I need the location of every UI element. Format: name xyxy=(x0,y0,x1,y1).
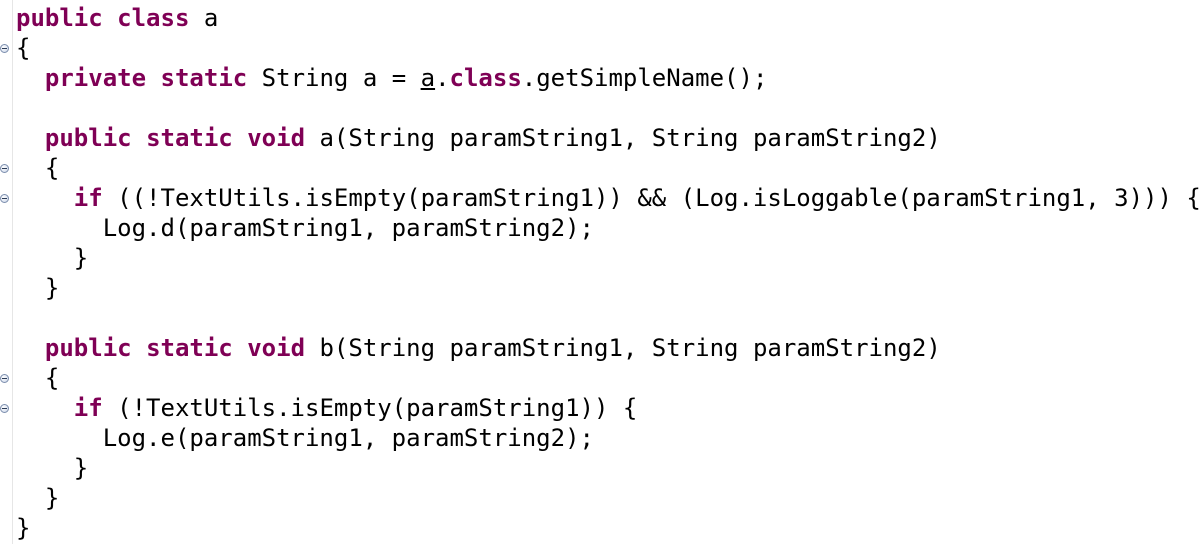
code-line[interactable]: { xyxy=(16,153,59,183)
code-token: { xyxy=(16,364,60,392)
code-line[interactable]: } xyxy=(16,243,88,273)
code-token: } xyxy=(16,274,60,302)
code-token: { xyxy=(16,154,60,182)
code-line[interactable]: if ((!TextUtils.isEmpty(paramString1)) &… xyxy=(16,183,1201,213)
code-token: ((!TextUtils.isEmpty(paramString1)) && (… xyxy=(102,184,1201,212)
code-line[interactable]: } xyxy=(16,513,30,543)
keyword-token: class xyxy=(117,4,190,32)
code-line[interactable]: { xyxy=(16,363,59,393)
folding-ruler xyxy=(0,0,13,544)
code-token: } xyxy=(16,244,89,272)
code-token: { xyxy=(16,34,31,62)
keyword-token: static xyxy=(146,124,233,152)
code-line[interactable]: public static void a(String paramString1… xyxy=(16,123,941,153)
code-line[interactable]: public static void b(String paramString1… xyxy=(16,333,941,363)
keyword-token: class xyxy=(449,64,522,92)
code-line[interactable]: } xyxy=(16,453,88,483)
code-token: } xyxy=(16,454,89,482)
keyword-token: if xyxy=(73,184,103,212)
collapse-minus-icon[interactable] xyxy=(0,404,9,413)
code-line[interactable]: { xyxy=(16,33,30,63)
code-line[interactable]: Log.d(paramString1, paramString2); xyxy=(16,213,594,243)
code-line[interactable]: } xyxy=(16,483,59,513)
keyword-token: static xyxy=(160,64,248,92)
code-token: a xyxy=(189,4,219,32)
keyword-token: public xyxy=(44,334,132,362)
collapse-minus-icon[interactable] xyxy=(0,164,9,173)
code-editor[interactable]: public class a{ private static String a … xyxy=(0,0,1202,544)
code-token: Log.d(paramString1, paramString2); xyxy=(16,214,594,242)
collapse-minus-icon[interactable] xyxy=(0,374,9,383)
keyword-token: public xyxy=(44,124,132,152)
keyword-token: public xyxy=(16,4,103,32)
collapse-minus-icon[interactable] xyxy=(0,194,9,203)
code-line[interactable]: public class a xyxy=(16,3,218,33)
keyword-token: void xyxy=(247,124,306,152)
collapse-minus-icon[interactable] xyxy=(0,44,9,53)
keyword-token: if xyxy=(73,394,103,422)
code-token: (!TextUtils.isEmpty(paramString1)) { xyxy=(102,394,638,422)
code-token: Log.e(paramString1, paramString2); xyxy=(16,424,594,452)
code-token: a(String paramString1, String paramStrin… xyxy=(305,124,941,152)
underlined-token: a xyxy=(420,64,436,92)
code-line[interactable]: Log.e(paramString1, paramString2); xyxy=(16,423,594,453)
code-token: } xyxy=(16,484,60,512)
code-line[interactable]: private static String a = a.class.getSim… xyxy=(16,63,768,93)
code-token: .getSimpleName(); xyxy=(521,64,768,92)
code-line[interactable]: } xyxy=(16,273,59,303)
code-token: String a = xyxy=(247,64,421,92)
keyword-token: private xyxy=(44,64,147,92)
code-token: b(String paramString1, String paramStrin… xyxy=(305,334,941,362)
code-token: . xyxy=(435,64,450,92)
keyword-token: static xyxy=(146,334,233,362)
keyword-token: void xyxy=(247,334,306,362)
code-line[interactable]: if (!TextUtils.isEmpty(paramString1)) { xyxy=(16,393,638,423)
code-token: } xyxy=(16,514,31,542)
